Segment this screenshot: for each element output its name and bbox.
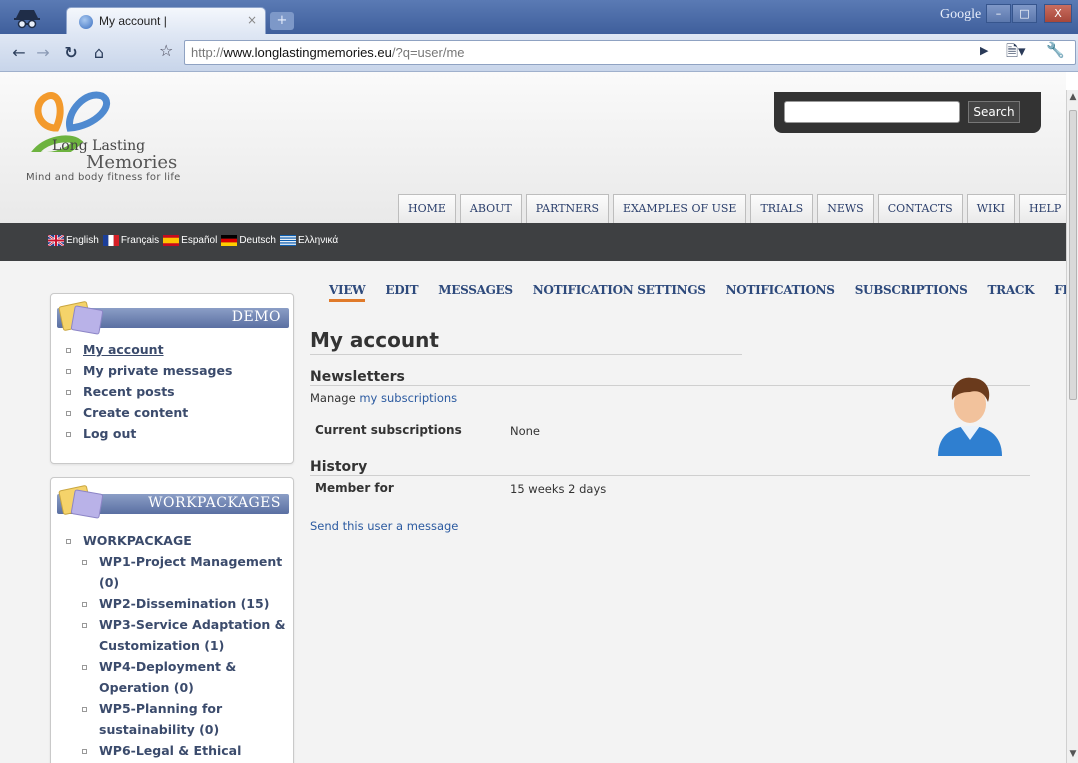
sidebar-item-create-content[interactable]: Create content [66,402,232,423]
tab-title: My account | [99,14,167,28]
sidebar-item-log-out[interactable]: Log out [66,423,232,444]
sidebar-item-wp2[interactable]: WP2-Dissemination (15) [82,593,289,614]
sidebar-item-wp4[interactable]: WP4-Deployment & Operation (0) [82,656,289,698]
lang-french[interactable]: Français [102,235,159,246]
tab-notifications[interactable]: NOTIFICATIONS [726,283,835,302]
page-title: My account [310,328,742,355]
browser-toolbar: ← → ↻ ⌂ ☆ http://www.longlastingmemories… [0,34,1078,72]
scroll-down-icon[interactable]: ▼ [1068,749,1078,761]
scroll-up-icon[interactable]: ▲ [1068,92,1078,104]
greece-flag-icon [280,235,296,246]
tab-messages[interactable]: MESSAGES [438,283,513,302]
new-tab-button[interactable]: + [270,12,294,30]
nav-about[interactable]: ABOUT [459,194,522,223]
bookmark-star-icon[interactable]: ☆ [159,41,173,60]
sidebar-item-recent-posts[interactable]: Recent posts [66,381,232,402]
maximize-button[interactable]: □ [1012,4,1037,23]
search-input[interactable] [784,101,960,123]
main-nav: HOME ABOUT PARTNERS EXAMPLES OF USE TRIA… [398,194,1066,223]
scrollbar-thumb[interactable] [1069,110,1077,400]
home-icon[interactable]: ⌂ [88,42,110,64]
newsletters-heading: Newsletters [310,369,1030,386]
search-panel: Search [774,92,1041,133]
manage-subscriptions-link[interactable]: my subscriptions [359,391,457,405]
tab-file[interactable]: FILE [1054,283,1066,302]
france-flag-icon [102,235,119,246]
uk-flag-icon [48,235,64,246]
web-page: Long Lasting Memories Mind and body fitn… [0,72,1066,763]
block-cards-icon [58,485,104,519]
close-window-button[interactable]: X [1044,4,1072,23]
sidebar-item-wp1[interactable]: WP1-Project Management (0) [82,551,289,593]
lang-spanish[interactable]: Español [163,235,217,246]
workpackages-block: WORKPACKAGES WORKPACKAGE WP1-Project Man… [50,477,294,763]
minimize-button[interactable]: – [986,4,1011,23]
current-subscriptions-label: Current subscriptions [315,423,462,437]
user-avatar [938,377,1002,456]
tab-edit[interactable]: EDIT [385,283,418,302]
forward-icon[interactable]: → [32,42,54,64]
nav-trials[interactable]: TRIALS [750,194,814,223]
member-for-label: Member for [315,481,394,495]
nav-examples[interactable]: EXAMPLES OF USE [613,194,747,223]
current-subscriptions-value: None [510,424,541,438]
sidebar-item-my-account[interactable]: My account [66,339,232,360]
site-tagline: Mind and body fitness for life [26,172,181,183]
nav-partners[interactable]: PARTNERS [525,194,609,223]
demo-block: DEMO My account My private messages Rece… [50,293,294,464]
tab-view[interactable]: VIEW [329,283,366,302]
site-logo[interactable]: Long Lasting Memories Mind and body fitn… [26,82,226,183]
nav-help[interactable]: HELP [1018,194,1066,223]
nav-wiki[interactable]: WIKI [966,194,1015,223]
brand-line2: Memories [86,152,178,173]
history-heading: History [310,459,1030,476]
nav-news[interactable]: NEWS [817,194,874,223]
page-scrollbar[interactable]: ▲ ▼ [1066,90,1078,763]
workpackages-block-title: WORKPACKAGES [148,495,281,511]
reload-icon[interactable]: ↻ [60,42,82,64]
browser-brand: Google [940,7,982,22]
sidebar-item-wp3[interactable]: WP3-Service Adaptation & Customization (… [82,614,289,656]
member-for-value: 15 weeks 2 days [510,482,607,496]
germany-flag-icon [221,235,238,246]
nav-contacts[interactable]: CONTACTS [877,194,963,223]
browser-tab[interactable]: My account | × [66,7,266,34]
sidebar-item-private-messages[interactable]: My private messages [66,360,232,381]
language-bar: English Français Español Deutsch Ελληνικ… [0,223,1066,261]
lang-greek[interactable]: Ελληνικά [280,235,338,246]
block-cards-icon [58,301,104,335]
browser-titlebar: My account | × + Google – □ X [0,0,1078,34]
site-header: Long Lasting Memories Mind and body fitn… [0,72,1066,223]
manage-subscriptions-text: Manage my subscriptions [310,391,458,405]
url-text: http://www.longlastingmemories.eu/?q=use… [191,45,465,60]
lang-english[interactable]: English [48,235,99,246]
send-message-link[interactable]: Send this user a message [310,519,458,533]
demo-block-title: DEMO [231,309,281,325]
spain-flag-icon [163,235,180,246]
account-tabs: VIEW EDIT MESSAGES NOTIFICATION SETTINGS… [329,283,1066,302]
search-button[interactable]: Search [968,101,1020,123]
back-icon[interactable]: ← [8,42,30,64]
page-menu-icon[interactable]: 🗎▾ [1006,41,1026,66]
tab-subscriptions[interactable]: SUBSCRIPTIONS [855,283,968,302]
go-icon[interactable]: ▶ [980,44,988,57]
wrench-menu-icon[interactable]: 🔧 [1046,41,1065,59]
tab-close-icon[interactable]: × [247,13,257,27]
nav-home[interactable]: HOME [398,194,456,223]
page-favicon-icon [79,15,93,29]
tab-track[interactable]: TRACK [988,283,1035,302]
tab-notification-settings[interactable]: NOTIFICATION SETTINGS [533,283,706,302]
address-bar[interactable]: ☆ http://www.longlastingmemories.eu/?q=u… [159,40,1076,65]
sidebar-item-wp6[interactable]: WP6-Legal & Ethical issues (0) [82,740,289,763]
lang-german[interactable]: Deutsch [221,235,276,246]
sidebar-item-workpackage[interactable]: WORKPACKAGE WP1-Project Management (0) W… [66,530,289,763]
incognito-icon [14,10,40,29]
sidebar-item-wp5[interactable]: WP5-Planning for sustainability (0) [82,698,289,740]
